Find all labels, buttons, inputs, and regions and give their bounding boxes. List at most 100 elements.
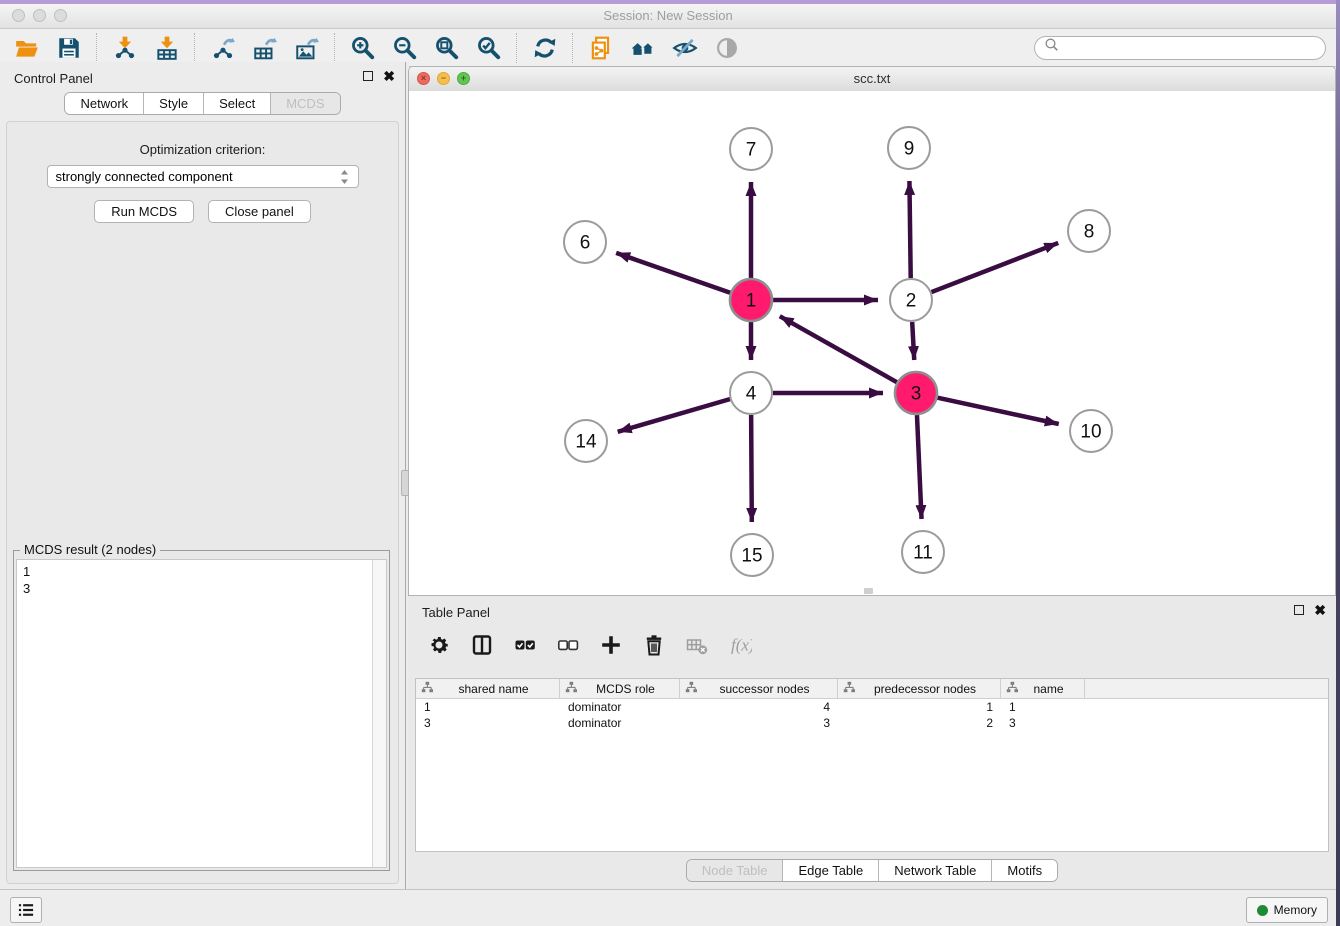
gear-icon[interactable] [426, 632, 452, 658]
search-box[interactable] [1034, 36, 1326, 60]
tab-group: NetworkStyleSelectMCDS [64, 92, 340, 115]
memory-button[interactable]: Memory [1246, 897, 1328, 923]
table-tab-network-table[interactable]: Network Table [879, 860, 992, 881]
show-hidden-icon[interactable] [713, 34, 741, 62]
edge-4-15[interactable] [751, 415, 752, 522]
select-all-icon[interactable] [512, 632, 538, 658]
tab-mcds[interactable]: MCDS [271, 93, 339, 114]
sort-tree-icon [1006, 681, 1019, 697]
toolbar-group [518, 34, 572, 62]
toolbar-group [336, 34, 516, 62]
open-session-icon[interactable] [13, 34, 41, 62]
save-session-icon[interactable] [55, 34, 83, 62]
result-scrollbar[interactable] [372, 560, 386, 867]
import-network-icon[interactable] [111, 34, 139, 62]
table-tab-edge-table[interactable]: Edge Table [783, 860, 879, 881]
table-cell[interactable]: 1 [838, 699, 1001, 715]
edge-2-8[interactable] [932, 243, 1059, 292]
first-neighbors-icon[interactable] [629, 34, 657, 62]
close-panel-button[interactable]: Close panel [208, 200, 311, 223]
export-table-icon[interactable] [251, 34, 279, 62]
table-cell[interactable]: dominator [560, 699, 680, 715]
control-panel-tabs: NetworkStyleSelectMCDS [0, 92, 405, 115]
table-toolbar: f(x) [426, 632, 753, 658]
tab-style[interactable]: Style [144, 93, 204, 114]
node-label-2: 2 [906, 291, 917, 312]
zoom-selected-icon[interactable] [475, 34, 503, 62]
memory-status-icon [1257, 905, 1268, 916]
table-cell[interactable]: 3 [680, 715, 838, 731]
table-tab-group: Node TableEdge TableNetwork TableMotifs [686, 859, 1058, 882]
hide-selected-icon[interactable] [671, 34, 699, 62]
fx-icon[interactable]: f(x) [727, 632, 753, 658]
trash-icon[interactable] [641, 632, 667, 658]
sort-tree-icon [421, 681, 434, 697]
svg-text:f(x): f(x) [731, 636, 752, 655]
canvas-splitter-handle[interactable] [864, 588, 873, 594]
column-header-successor-nodes[interactable]: successor nodes [680, 679, 838, 698]
edge-3-11[interactable] [917, 415, 922, 519]
node-label-9: 9 [904, 139, 915, 160]
window-title: Session: New Session [0, 8, 1336, 23]
toolbar-group [196, 34, 334, 62]
tab-select[interactable]: Select [204, 93, 271, 114]
zoom-in-icon[interactable] [349, 34, 377, 62]
edge-2-3[interactable] [912, 322, 914, 360]
table-cell[interactable]: dominator [560, 715, 680, 731]
task-history-button[interactable] [10, 897, 42, 923]
refresh-icon[interactable] [531, 34, 559, 62]
unselect-all-icon[interactable] [555, 632, 581, 658]
table-cell[interactable]: 4 [680, 699, 838, 715]
delete-table-icon[interactable] [684, 632, 710, 658]
node-label-1: 1 [746, 291, 757, 312]
network-canvas[interactable]: 7968124314101511 [409, 91, 1335, 595]
table-cell[interactable]: 1 [1001, 699, 1085, 715]
table-cell[interactable]: 1 [416, 699, 560, 715]
table-row[interactable]: 3dominator323 [416, 715, 1328, 731]
status-bar: Memory [0, 889, 1336, 926]
table-cell[interactable]: 2 [838, 715, 1001, 731]
table-tabs: Node TableEdge TableNetwork TableMotifs [408, 859, 1336, 882]
node-label-14: 14 [575, 432, 597, 453]
edge-4-14[interactable] [618, 399, 730, 432]
optimization-select[interactable]: strongly connected component [47, 165, 359, 188]
close-panel-icon[interactable]: ✖ [383, 70, 395, 82]
network-window-titlebar[interactable]: × − + scc.txt [409, 67, 1335, 92]
table-tab-motifs[interactable]: Motifs [992, 860, 1057, 881]
optimization-label: Optimization criterion: [7, 142, 398, 157]
toolbar-group [0, 34, 96, 62]
table-cell[interactable]: 3 [1001, 715, 1085, 731]
split-columns-icon[interactable] [469, 632, 495, 658]
import-table-icon[interactable] [153, 34, 181, 62]
table-tab-node-table[interactable]: Node Table [687, 860, 784, 881]
edge-3-10[interactable] [937, 398, 1058, 424]
add-icon[interactable] [598, 632, 624, 658]
node-label-10: 10 [1080, 422, 1101, 443]
run-mcds-button[interactable]: Run MCDS [94, 200, 194, 223]
column-header-name[interactable]: name [1001, 679, 1085, 698]
export-image-icon[interactable] [293, 34, 321, 62]
table-row[interactable]: 1dominator411 [416, 699, 1328, 715]
float-table-panel-icon[interactable] [1294, 605, 1304, 615]
edge-2-9[interactable] [909, 181, 910, 278]
search-input[interactable] [1067, 39, 1317, 56]
float-panel-icon[interactable] [363, 71, 373, 81]
column-header-MCDS-role[interactable]: MCDS role [560, 679, 680, 698]
mcds-tab-content: Optimization criterion: strongly connect… [6, 121, 399, 884]
tab-network[interactable]: Network [65, 93, 144, 114]
edge-3-1[interactable] [780, 316, 897, 382]
control-panel: Control Panel ✖ NetworkStyleSelectMCDS O… [0, 62, 405, 890]
edge-1-6[interactable] [616, 253, 730, 293]
zoom-fit-icon[interactable] [433, 34, 461, 62]
close-table-panel-icon[interactable]: ✖ [1314, 604, 1326, 616]
memory-label: Memory [1274, 903, 1317, 917]
node-label-15: 15 [741, 546, 762, 567]
network-graph: 7968124314101511 [409, 91, 1335, 595]
column-header-predecessor-nodes[interactable]: predecessor nodes [838, 679, 1001, 698]
column-header-shared-name[interactable]: shared name [416, 679, 560, 698]
title-bar: Session: New Session [0, 4, 1336, 29]
zoom-out-icon[interactable] [391, 34, 419, 62]
copy-network-icon[interactable] [587, 34, 615, 62]
table-cell[interactable]: 3 [416, 715, 560, 731]
export-network-icon[interactable] [209, 34, 237, 62]
